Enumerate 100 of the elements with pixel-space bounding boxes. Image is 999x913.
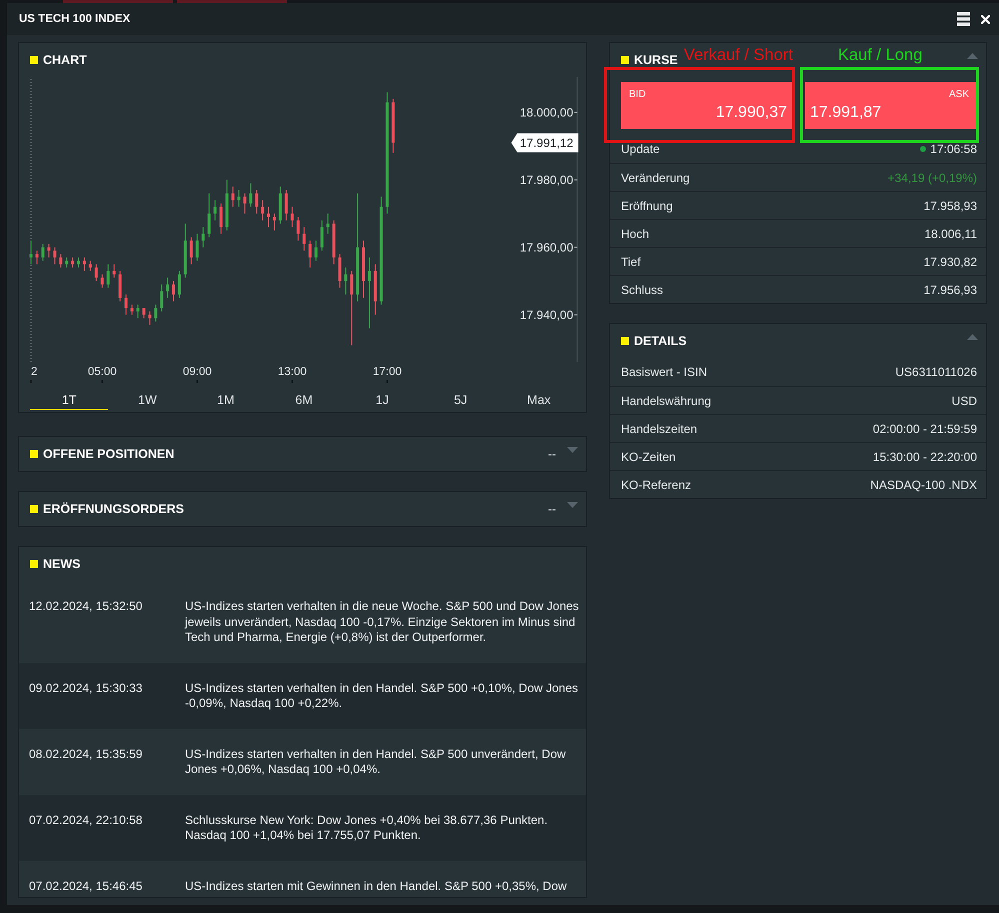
close-icon[interactable] (981, 14, 990, 24)
row-label: Update (621, 142, 660, 156)
range-tab[interactable]: 1J (343, 390, 422, 410)
news-row[interactable]: 09.02.2024, 15:30:33 US-Indizes starten verhalten in den Handel. S&P 500 +0,10%, Dow Jones -0,09%, Nasdaq 100 +0,22%. (19, 662, 586, 728)
axis-label: 17:00 (372, 366, 402, 378)
candle (267, 206, 270, 228)
candle (112, 264, 116, 278)
axis-label: 17.980,00 (520, 172, 574, 187)
range-tab[interactable]: 1M (186, 390, 265, 410)
row-label: KO-Zeiten (621, 450, 676, 464)
candle (308, 240, 312, 268)
square-bullet-icon (30, 56, 38, 64)
news-row[interactable]: 07.02.2024, 22:10:58 Schlusskurse New York: Dow Jones +0,40% bei 38.677,36 Punkten. Nasdaq 100 +1,04% bei 17.755,07 Punkten. (19, 794, 586, 860)
candle (47, 243, 50, 258)
candle (172, 280, 175, 302)
status-dot-icon (920, 146, 926, 152)
axis-label: 17.940,00 (520, 308, 574, 322)
caret-down-icon[interactable] (567, 447, 578, 453)
row-value: 17.930,82 (924, 254, 977, 268)
news-date: 09.02.2024, 15:30:33 (29, 680, 144, 696)
row-label: Veränderung (621, 170, 690, 184)
caret-up-icon[interactable] (967, 53, 978, 59)
annotation-label: Verkauf / Short (684, 46, 793, 64)
row-label: Hoch (621, 226, 650, 240)
candle (249, 182, 252, 208)
candle (208, 192, 211, 238)
candle (196, 233, 199, 262)
candle (237, 190, 240, 208)
candle (100, 274, 104, 288)
candle (148, 310, 152, 326)
candle (124, 294, 128, 316)
candle (136, 304, 140, 319)
square-bullet-icon (621, 56, 629, 64)
square-bullet-icon (30, 560, 38, 568)
range-tab[interactable]: 1W (108, 390, 187, 410)
row-value: 17.956,93 (924, 282, 977, 296)
candle (344, 267, 348, 296)
range-tab[interactable]: Max (500, 390, 578, 410)
candle (231, 186, 234, 208)
candle (220, 202, 222, 234)
news-text: US-Indizes starten mit Gewinnen in den Handel. S&P 500 +0,35%, Dow (185, 878, 568, 894)
candle (202, 226, 205, 248)
candle (71, 256, 74, 268)
candle (302, 226, 306, 252)
axis-label: 17.960,00 (520, 240, 574, 254)
candle (374, 264, 377, 316)
news-date: 07.02.2024, 15:46:45 (29, 878, 144, 894)
panel-summary: -- (548, 502, 556, 516)
candle (82, 256, 86, 272)
candle (261, 200, 264, 221)
candle (243, 192, 246, 214)
candle (35, 250, 38, 265)
caret-up-icon[interactable] (967, 334, 978, 340)
panel-title: ERÖFFNUNGSORDERS (43, 502, 184, 516)
row-label: Tief (621, 254, 641, 268)
row-value: 17.958,93 (924, 198, 977, 212)
row-value: 02:00:00 - 21:59:59 (872, 422, 977, 436)
candle (284, 190, 288, 221)
candle (106, 264, 110, 288)
square-bullet-icon (30, 450, 38, 458)
news-text: US-Indizes starten verhalten in den Handel. S&P 500 unverändert, Dow Jones +0,06%, Nasdaq 100 +0,04%. (185, 746, 567, 778)
row-value: 17:06:58 (930, 142, 977, 156)
panel-title: KURSE (634, 53, 678, 67)
square-bullet-icon (621, 337, 629, 345)
row-label: Handelszeiten (621, 422, 698, 436)
row-value: 18.006,11 (924, 226, 977, 240)
candle (392, 98, 395, 154)
row-value: 15:30:00 - 22:20:00 (872, 450, 977, 464)
row-value: US6311011026 (895, 365, 977, 379)
range-tab[interactable]: 5J (421, 390, 500, 410)
panel-title: NEWS (43, 557, 80, 571)
candle (255, 190, 258, 214)
news-text: Schlusskurse New York: Dow Jones +0,40% bei 38.677,36 Punkten. Nasdaq 100 +1,04% bei 17.755,07 Punkten. (185, 812, 549, 844)
range-tab[interactable]: 1T (30, 390, 108, 410)
menu-icon[interactable] (957, 12, 970, 26)
candle (278, 186, 282, 224)
axis-label: 2 (31, 366, 38, 378)
row-label: Basiswert - ISIN (621, 365, 708, 379)
news-date: 07.02.2024, 22:10:58 (29, 812, 144, 828)
axis-label: 13:00 (278, 366, 307, 378)
candle (190, 236, 193, 265)
caret-down-icon[interactable] (567, 502, 578, 508)
range-tab[interactable]: 6M (264, 390, 344, 410)
candle (326, 213, 330, 234)
candle (214, 200, 217, 221)
price-tag: 17.991,12 (511, 133, 578, 152)
window-title: US TECH 100 INDEX (19, 13, 130, 25)
candle (94, 264, 98, 282)
row-value: +34,19 (+0,19%) (888, 170, 977, 184)
candle (362, 240, 365, 298)
candle (166, 277, 170, 298)
candle (142, 308, 146, 319)
panel-summary: -- (548, 447, 556, 461)
row-label: Handelswährung (621, 394, 712, 408)
panel-title: OFFENE POSITIONEN (43, 447, 174, 461)
row-label: Schluss (621, 282, 664, 296)
candle (225, 179, 228, 231)
candle (314, 240, 318, 262)
candle (296, 216, 300, 242)
candle (65, 256, 68, 268)
